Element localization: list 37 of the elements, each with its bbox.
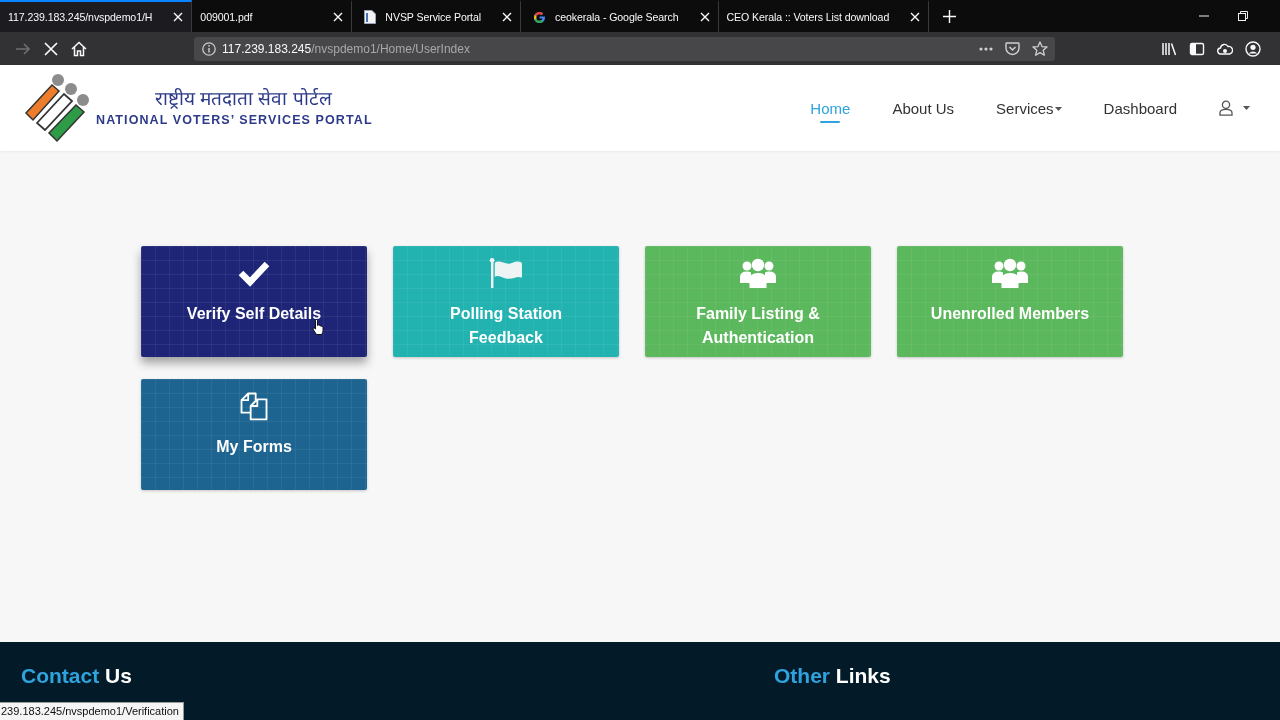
logo-title: NATIONAL VOTERS’ SERVICES PORTAL (96, 112, 373, 129)
flag-icon (488, 258, 524, 288)
ballot-logo-icon (22, 73, 92, 143)
info-icon[interactable] (202, 41, 216, 56)
restore-icon[interactable] (1238, 11, 1248, 21)
more-dots-icon[interactable] (979, 46, 993, 51)
logo-hindi-title: राष्ट्रीय मतदाता सेवा पोर्टल (153, 87, 332, 111)
close-icon[interactable] (333, 12, 344, 22)
star-icon[interactable] (1032, 41, 1048, 56)
footer-heading: Contact Us (21, 663, 132, 689)
nav-link[interactable]: About Us (892, 93, 955, 123)
home-icon[interactable] (71, 40, 87, 57)
close-icon[interactable] (910, 12, 921, 22)
nav-link[interactable]: Services (996, 93, 1062, 123)
new-tab-icon[interactable] (943, 9, 957, 23)
user-icon[interactable] (1219, 100, 1233, 116)
address-bar[interactable]: 117.239.183.245/nvspdemo1/Home/UserIndex (194, 36, 1055, 61)
menu-tile[interactable]: Verify Self Details (141, 246, 367, 357)
pocket-icon[interactable] (1005, 41, 1020, 56)
caret-icon[interactable] (1243, 106, 1250, 110)
footer-heading: Other Links (774, 663, 891, 689)
status-bar: 239.183.245/nvspdemo1/Verification (0, 702, 184, 720)
people-group-icon (740, 258, 776, 288)
document-icon (364, 10, 377, 24)
close-icon[interactable] (502, 12, 512, 22)
close-icon[interactable] (699, 12, 710, 22)
library-icon[interactable] (1161, 40, 1177, 57)
menu-tile[interactable]: My Forms (141, 379, 367, 490)
close-icon[interactable] (173, 12, 184, 22)
account-icon[interactable] (1245, 40, 1261, 57)
stop-icon[interactable] (43, 40, 59, 57)
nav-link[interactable]: Dashboard (1103, 93, 1177, 123)
g-logo-icon (533, 10, 546, 24)
forward-arrow-icon[interactable] (15, 40, 31, 57)
people-group-icon (992, 258, 1028, 288)
sidebar-icon[interactable] (1189, 40, 1205, 57)
browser-tab[interactable]: 117.239.183.245/nvspdemo1/H (0, 0, 193, 32)
